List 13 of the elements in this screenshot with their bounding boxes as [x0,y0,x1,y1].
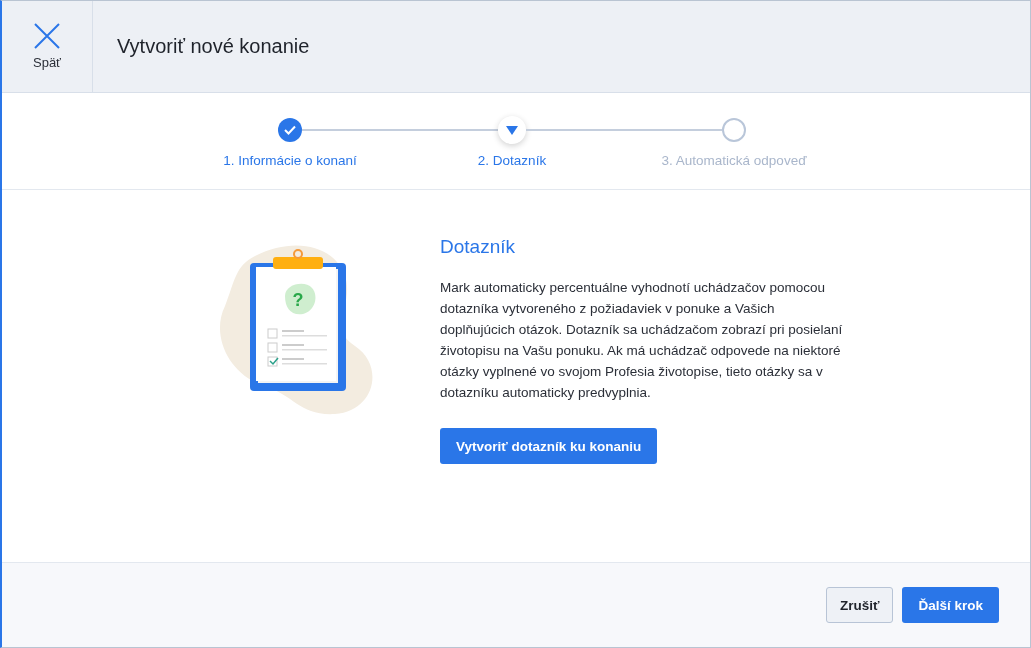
triangle-down-icon [506,125,518,135]
section-heading: Dotazník [440,236,515,258]
check-icon [284,125,296,135]
cancel-button[interactable]: Zrušiť [825,587,894,623]
create-questionnaire-button[interactable]: Vytvoriť dotazník ku konaniu [440,428,658,464]
step-label: 2. Dotazník [477,153,547,168]
step-label: 1. Informácie o konaní [223,153,357,168]
close-button[interactable]: Späť [2,1,93,92]
close-icon [34,23,60,49]
step-label: 3. Automatická odpoveď [661,153,807,168]
page-title: Vytvoriť nové konanie [117,35,310,58]
next-step-button[interactable]: Ďalší krok [902,587,999,623]
description-text: Mark automaticky percentuálne vyhodnotí uchádzačov pomocou dotazníka vytvoreného z požiadaviek v ponuke a Vašich doplňujúcich otázok. Dotazník sa uchádzačom zobrazí pri posielaní životopisu na Vašu ponuku. Ak má uchádzač odpovede na niektoré otázky vyplnené vo svojom Profesia životopise, tieto otázky sa v dotazníku automaticky predvyplnia. [440,279,843,402]
